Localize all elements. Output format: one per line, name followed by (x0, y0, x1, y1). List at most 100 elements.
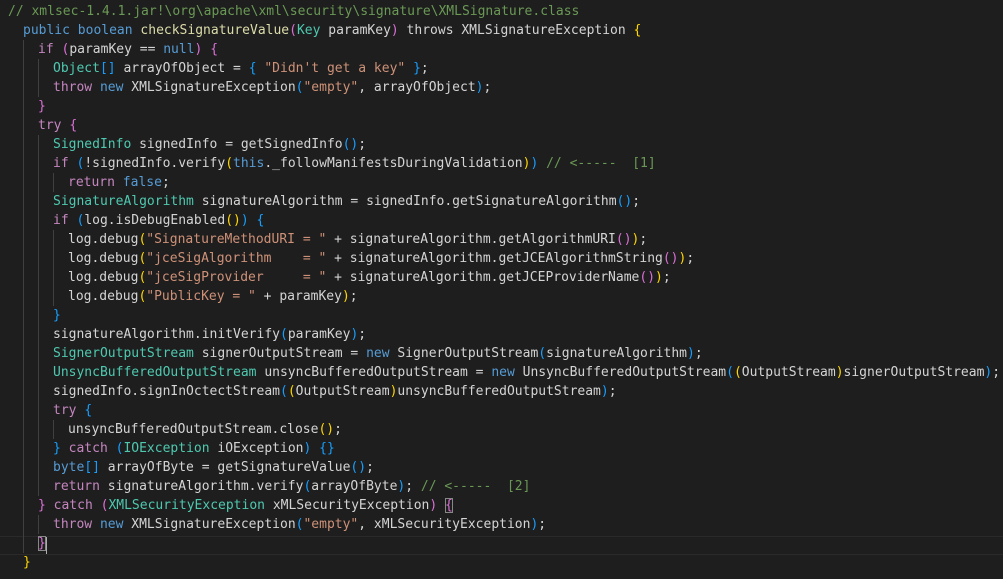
code-line-content: log.debug("SignatureMethodURI = " + sign… (8, 232, 647, 247)
indent-guide (23, 477, 24, 496)
code-line[interactable]: throw new XMLSignatureException("empty",… (8, 78, 1000, 97)
code-token: ; (161, 175, 170, 190)
code-line-content: try { (8, 118, 77, 133)
code-line[interactable]: if (paramKey == null) { (8, 40, 1000, 59)
code-line-content: if (log.isDebugEnabled()) { (8, 213, 264, 228)
code-token: log.debug (68, 251, 139, 266)
code-line[interactable]: signedInfo.signInOctectStream((OutputStr… (8, 382, 1000, 401)
code-line-content: } catch (IOException iOException) {} (8, 441, 335, 456)
code-line-content: // xmlsec-1.4.1.jar!\org\apache\xml\secu… (8, 4, 579, 19)
code-token: ( (279, 327, 288, 342)
code-line[interactable]: return false; (8, 173, 1000, 192)
code-token: "Didn't get a key" (264, 61, 406, 76)
code-line[interactable]: } (8, 97, 1000, 116)
code-token: signedInfo.signInOctectStream (53, 384, 280, 399)
code-token: ) (390, 23, 399, 38)
code-token: () (662, 251, 679, 266)
indent-guide (38, 135, 39, 154)
indent-guide (23, 382, 24, 401)
code-line[interactable]: log.debug("PublicKey = " + paramKey); (8, 287, 1000, 306)
code-line[interactable]: throw new XMLSignatureException("empty",… (8, 515, 1000, 534)
indent-guide (23, 420, 24, 439)
code-token: ; (420, 61, 429, 76)
code-line[interactable]: SignerOutputStream signerOutputStream = … (8, 344, 1000, 363)
text-cursor (46, 537, 47, 554)
indent-guide (23, 268, 24, 287)
code-editor[interactable]: // xmlsec-1.4.1.jar!\org\apache\xml\secu… (0, 0, 1003, 579)
indent-guide (53, 420, 54, 439)
code-line[interactable]: } (8, 306, 1000, 325)
code-line-content: log.debug("jceSigProvider = " + signatur… (8, 270, 671, 285)
code-token: XMLSecurityException (108, 498, 265, 513)
code-line-content: return signatureAlgorithm.verify(arrayOf… (8, 479, 530, 494)
code-line-content: SignedInfo signedInfo = getSignedInfo(); (8, 137, 366, 152)
code-line-content: if (paramKey == null) { (8, 42, 218, 57)
code-token: unsyncBufferedOutputStream = (256, 365, 492, 380)
indent-guide (23, 325, 24, 344)
code-token: "PublicKey = " (146, 289, 256, 304)
code-line[interactable]: log.debug("jceSigProvider = " + signatur… (8, 268, 1000, 287)
code-line[interactable]: log.debug("jceSigAlgorithm = " + signatu… (8, 249, 1000, 268)
code-token: ) (600, 384, 609, 399)
code-token: !signedInfo.verify (84, 156, 226, 171)
code-line[interactable]: } (8, 534, 1000, 553)
indent-guide (23, 534, 24, 553)
code-token: catch (53, 498, 93, 513)
indent-guide (38, 59, 39, 78)
code-line[interactable]: UnsyncBufferedOutputStream unsyncBuffere… (8, 363, 1000, 382)
indent-guide (23, 59, 24, 78)
code-token: UnsyncBufferedOutputStream (53, 365, 257, 380)
code-token: ; (358, 137, 367, 152)
code-token: boolean (77, 23, 133, 38)
code-token: { (633, 23, 642, 38)
indent-guide (38, 78, 39, 97)
code-line[interactable]: SignatureAlgorithm signatureAlgorithm = … (8, 192, 1000, 211)
indent-guide (23, 192, 24, 211)
indent-guide (23, 439, 24, 458)
indent-guide (38, 420, 39, 439)
code-token: signerOutputStream = (193, 346, 367, 361)
code-token: "empty" (303, 80, 359, 95)
code-token: log.debug (68, 289, 139, 304)
code-line[interactable]: byte[] arrayOfByte = getSignatureValue()… (8, 458, 1000, 477)
code-line[interactable]: public boolean checkSignatureValue(Key p… (8, 21, 1000, 40)
code-token: OutputStream (741, 365, 836, 380)
code-token: ( (289, 23, 297, 38)
code-line[interactable]: } catch (IOException iOException) {} (8, 439, 1000, 458)
code-token: catch (68, 441, 108, 456)
code-line[interactable]: if (log.isDebugEnabled()) { (8, 211, 1000, 230)
code-token: , arrayOfObject (358, 80, 476, 95)
code-line-content: public boolean checkSignatureValue(Key p… (8, 23, 641, 38)
code-line[interactable]: SignedInfo signedInfo = getSignedInfo(); (8, 135, 1000, 154)
code-token: ; (608, 384, 617, 399)
indent-guide (53, 287, 54, 306)
code-line[interactable]: } catch (XMLSecurityException xMLSecurit… (8, 496, 1000, 515)
code-line[interactable]: Object[] arrayOfObject = { "Didn't get a… (8, 59, 1000, 78)
code-token: if (53, 213, 69, 228)
code-token: new (99, 517, 124, 532)
code-line[interactable]: signatureAlgorithm.initVerify(paramKey); (8, 325, 1000, 344)
code-line[interactable]: unsyncBufferedOutputStream.close(); (8, 420, 1000, 439)
code-line-content: } catch (XMLSecurityException xMLSecurit… (8, 498, 453, 513)
code-line[interactable]: return signatureAlgorithm.verify(arrayOf… (8, 477, 1000, 496)
code-token: () (318, 422, 335, 437)
code-token: IOException (123, 441, 210, 456)
code-token: log.isDebugEnabled (84, 213, 226, 228)
code-token: () (350, 460, 367, 475)
code-line[interactable]: log.debug("SignatureMethodURI = " + sign… (8, 230, 1000, 249)
code-lines[interactable]: // xmlsec-1.4.1.jar!\org\apache\xml\secu… (8, 2, 1000, 572)
code-token: { (69, 118, 78, 133)
code-line[interactable]: try { (8, 401, 1000, 420)
code-token: + signatureAlgorithm.getJCEAlgorithmStri… (326, 251, 663, 266)
code-token: () (342, 137, 359, 152)
code-token: ) (475, 80, 484, 95)
code-token: checkSignatureValue (140, 23, 290, 38)
code-line[interactable]: try { (8, 116, 1000, 135)
code-line-content: throw new XMLSignatureException("empty",… (8, 517, 546, 532)
code-line[interactable]: if (!signedInfo.verify(this._followManif… (8, 154, 1000, 173)
code-line[interactable]: // xmlsec-1.4.1.jar!\org\apache\xml\secu… (8, 2, 1000, 21)
code-line[interactable]: } (8, 553, 1000, 572)
indent-guide (23, 97, 24, 116)
